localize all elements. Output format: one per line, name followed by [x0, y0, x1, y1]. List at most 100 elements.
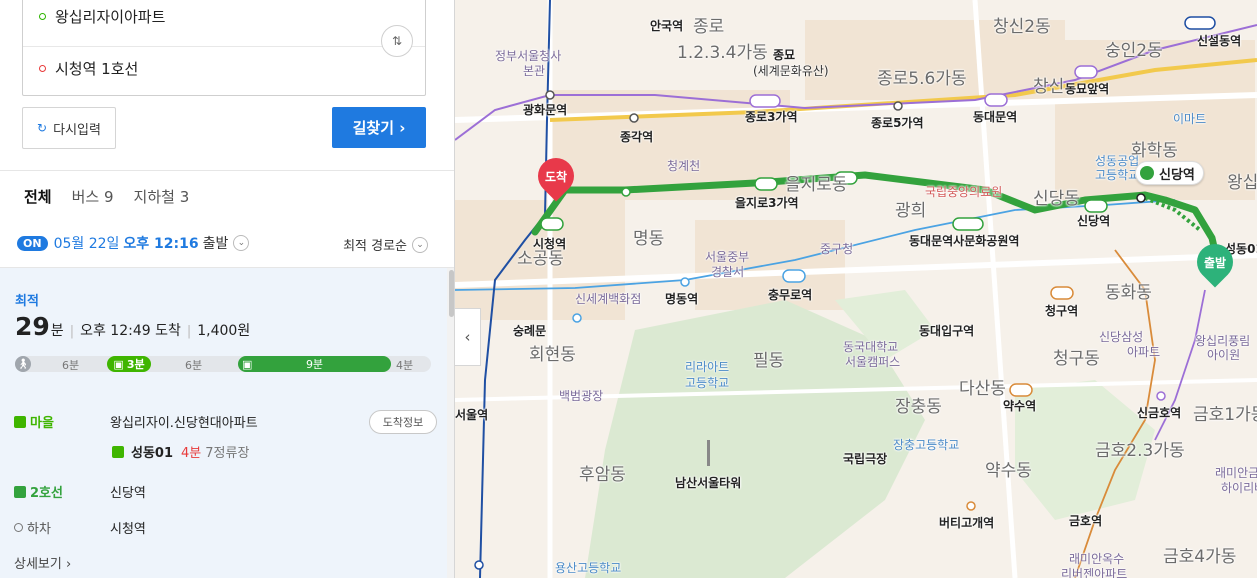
bus-stop-name: 왕십리자이.신당현대아파트: [110, 416, 258, 431]
map-label-poi: 백범광장: [559, 389, 604, 403]
subway-leg-row: 2호선 신당역: [14, 482, 146, 501]
chevron-down-icon: ⌄: [412, 236, 428, 253]
subway-icon: [1140, 166, 1154, 180]
origin-pin-label: 출발: [1203, 256, 1227, 270]
map-label-area: 동화동: [1105, 283, 1152, 303]
chevron-down-icon: ⌄: [233, 235, 250, 251]
destination-field[interactable]: 시청역 1호선: [39, 53, 138, 83]
map-label-area: 숭인2동: [1105, 41, 1163, 61]
station-dot: [572, 313, 582, 323]
map-label-station: 약수역: [1003, 399, 1037, 413]
map-label-area: 약수동: [985, 461, 1032, 481]
detail-link[interactable]: 상세보기 ›: [14, 553, 71, 572]
refresh-icon: ↻: [37, 121, 48, 135]
map-label-poi: 본관: [523, 64, 546, 78]
map-label-station: 을지로3가역: [735, 196, 799, 210]
swap-vertical-icon: ⇅: [391, 34, 403, 48]
map-label-poi: 리라아트: [685, 360, 730, 374]
alight-station-name: 시청역: [110, 522, 146, 537]
subway-segment-label: 9분: [305, 358, 324, 371]
tab-bus[interactable]: 버스 9: [72, 186, 114, 207]
map-label-poi: 신세계백화점: [575, 292, 642, 306]
station-dot: [629, 113, 639, 123]
route-timeline-bar: 🚶︎ 6분 ▣ 3분 6분 ▣ 9분 4분: [15, 356, 431, 372]
subway-mode-label: 2호선: [14, 482, 110, 501]
station-tag-label: 신당역: [1159, 167, 1195, 183]
scrollbar-thumb[interactable]: [449, 270, 454, 317]
subway-badge-icon: [1074, 65, 1098, 79]
map-label-poi: 장충고등학교: [893, 438, 960, 452]
departure-suffix: 출발: [202, 236, 229, 252]
map-label-area: 회현동: [529, 345, 576, 365]
alight-dot-icon: [14, 523, 23, 532]
subway-badge-icon: [540, 217, 564, 231]
map-label-area: 금호1가동: [1193, 405, 1257, 425]
map-label-station: 신당역: [1077, 214, 1111, 228]
subway-badge-icon: [952, 217, 984, 231]
map-label-station: 서울역: [455, 408, 489, 422]
map-label-area: 화학동: [1131, 141, 1178, 161]
swap-button[interactable]: ⇅: [381, 25, 413, 57]
station-dot: [893, 101, 903, 111]
walk-segment-1: 6분: [62, 359, 80, 372]
map-label-station: 종로3가역: [745, 110, 798, 124]
map-label-poi: 청계천: [667, 159, 701, 173]
reset-button[interactable]: ↻ 다시입력: [22, 107, 116, 149]
bus-eta: 4분: [181, 446, 202, 461]
bus-realtime-info: 성동01 4분 7정류장: [112, 442, 249, 461]
tab-all[interactable]: 전체: [24, 186, 52, 207]
map-label-station: 명동역: [665, 292, 699, 306]
departure-time-selector[interactable]: ON 05월 22일 오후 12:16 출발 ⌄: [17, 233, 250, 253]
transit-tabs: 전체 버스 9 지하철 3: [24, 186, 209, 207]
subway-badge-icon: [1009, 383, 1033, 397]
destination-dot-icon: [39, 64, 46, 72]
map-label-poi: 국립중앙의료원: [925, 185, 1003, 199]
find-route-button[interactable]: 길찾기 ›: [332, 107, 426, 148]
station-dot: [621, 187, 631, 197]
subway-icon: ▣: [242, 357, 253, 371]
map-label-poi: 서울캠퍼스: [845, 355, 901, 369]
bus-segment-label: 3분: [126, 358, 145, 371]
map-label-poi: 고등학교: [685, 376, 730, 390]
subway-badge-icon: [754, 177, 778, 191]
origin-field[interactable]: 왕십리자이아파트: [39, 1, 165, 31]
sort-selector[interactable]: 최적 경로순 ⌄: [343, 235, 428, 254]
map-view[interactable]: 종로 1.2.3.4가동 종묘 (세계문화유산) 종로5.6가동 창신2동 숭인…: [455, 0, 1257, 578]
map-label-poi: 용산고등학교: [555, 561, 622, 575]
map-label-poi: 남산서울타워: [675, 476, 742, 490]
sindang-station-tag[interactable]: 신당역: [1135, 161, 1204, 185]
map-label-area: 청구동: [1053, 349, 1100, 369]
map-label-area: 필동: [753, 351, 785, 371]
bus-icon: [112, 445, 124, 458]
sort-label: 최적 경로순: [343, 239, 407, 254]
arrival-time: 오후 12:49 도착: [80, 323, 181, 339]
arrival-info-button[interactable]: 도착정보: [369, 410, 437, 434]
route-summary: 29 분 | 오후 12:49 도착 | 1,400원: [15, 312, 251, 341]
subway-segment: ▣ 9분: [238, 356, 391, 372]
tab-subway[interactable]: 지하철 3: [134, 186, 190, 207]
bus-number: 성동01: [131, 446, 174, 461]
map-label-area: 신당동: [1033, 189, 1080, 209]
alight-leg-row: 하차 시청역: [14, 518, 146, 537]
minutes-unit: 분: [50, 323, 64, 339]
map-label-station: 광화문역: [523, 103, 568, 117]
map-label-area: 금호4가동: [1163, 547, 1237, 567]
subway-badge-icon: [782, 269, 806, 283]
destination-pin-label: 도착: [544, 170, 568, 184]
collapse-panel-button[interactable]: ‹: [455, 308, 481, 366]
map-label-poi: 숭례문: [513, 324, 547, 338]
map-label-station: 동묘앞역: [1065, 82, 1110, 96]
station-dot: [545, 90, 555, 100]
subway-badge-icon: [1084, 199, 1108, 213]
map-label-poi: (세계문화유산): [753, 64, 829, 78]
bus-mode-label: 마을: [14, 412, 110, 431]
map-label-poi: 경찰서: [711, 265, 745, 279]
map-label-station: 버티고개역: [939, 516, 995, 530]
total-minutes: 29: [15, 312, 50, 341]
map-label-station: 동대문역: [973, 110, 1018, 124]
map-label-station: 시청역: [533, 237, 567, 251]
map-label-station: 종로5가역: [871, 116, 924, 130]
reset-label: 다시입력: [53, 122, 101, 138]
origin-dot-icon: [39, 12, 46, 20]
bus-mode-text: 마을: [30, 416, 54, 431]
